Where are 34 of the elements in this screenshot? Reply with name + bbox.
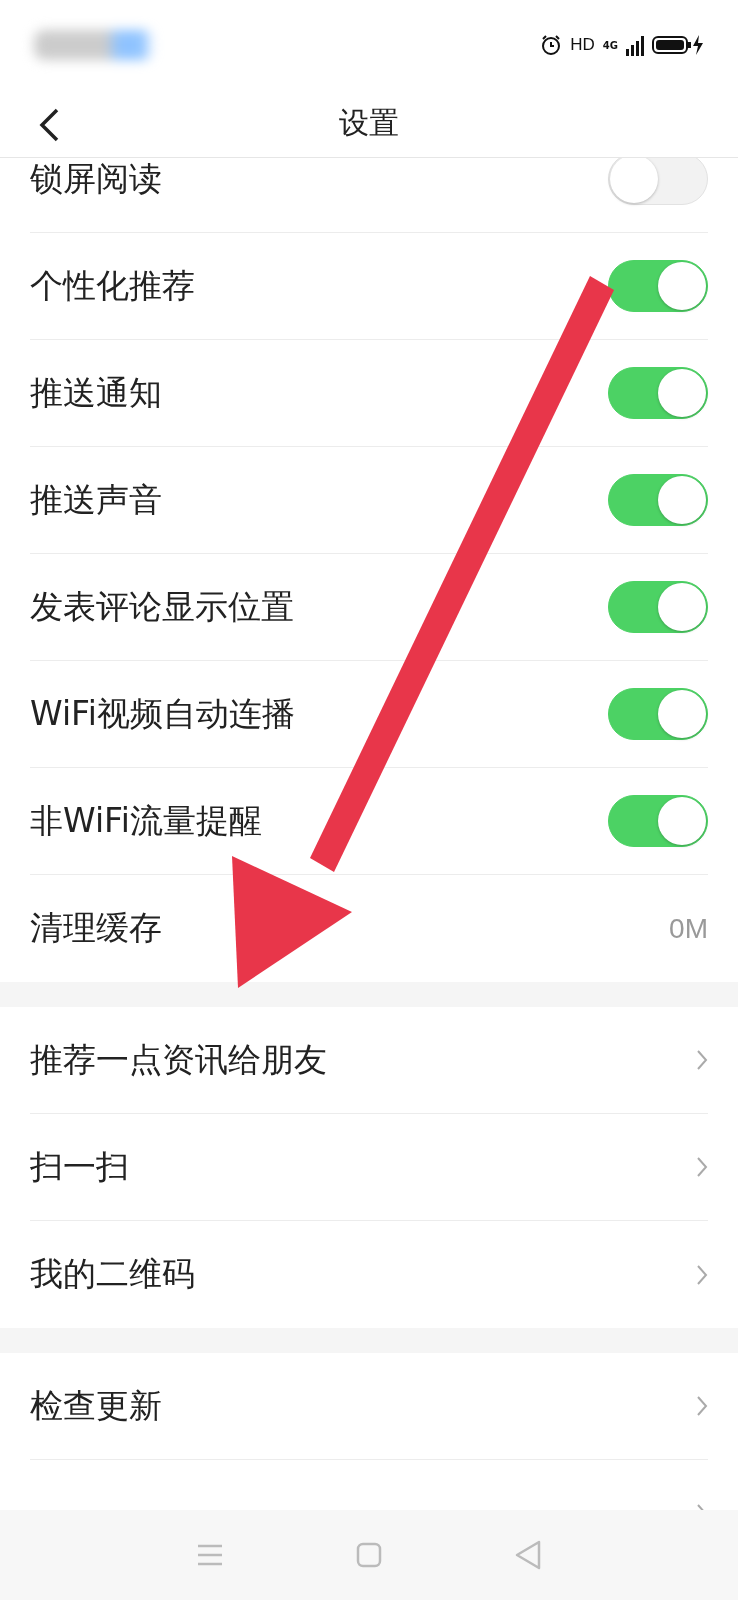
setting-label: 清理缓存 — [30, 907, 162, 949]
setting-label: 我的二维码 — [30, 1253, 195, 1295]
setting-label: 锁屏阅读 — [30, 158, 162, 200]
setting-label: 推送声音 — [30, 478, 162, 521]
toggle-switch[interactable] — [608, 367, 708, 419]
network-label: 4G — [602, 39, 618, 51]
alarm-icon — [540, 34, 563, 56]
chevron-icon — [696, 1156, 708, 1178]
page-title: 设置 — [339, 104, 399, 142]
toggle-switch[interactable] — [608, 158, 708, 205]
chevron-icon — [696, 1049, 708, 1071]
signal-icon — [626, 34, 644, 56]
setting-label: 个性化推荐 — [30, 264, 195, 307]
toggle-switch[interactable] — [608, 581, 708, 633]
setting-label: 检查更新 — [30, 1384, 162, 1427]
toggle-switch[interactable] — [608, 795, 708, 847]
back-triangle-icon[interactable] — [514, 1540, 542, 1570]
chevron-icon — [696, 1263, 708, 1286]
toggle-switch[interactable] — [608, 474, 708, 526]
menu-icon[interactable] — [196, 1543, 224, 1567]
setting-label: 扫一扫 — [30, 1145, 129, 1188]
toggle-switch[interactable] — [608, 260, 708, 312]
setting-label: WiFi视频自动连播 — [30, 692, 295, 735]
hd-label: HD — [570, 35, 595, 55]
toggle-switch[interactable] — [608, 688, 708, 740]
cache-size: 0M — [669, 912, 708, 945]
setting-label: 非WiFi流量提醒 — [30, 799, 262, 842]
setting-label: 推送通知 — [30, 371, 162, 414]
battery-charging-icon — [652, 34, 704, 56]
chevron-icon — [696, 1395, 708, 1417]
home-icon[interactable] — [356, 1542, 382, 1568]
back-icon[interactable] — [38, 108, 60, 142]
setting-label: 推荐一点资讯给朋友 — [30, 1038, 327, 1081]
setting-label: 发表评论显示位置 — [30, 585, 294, 628]
